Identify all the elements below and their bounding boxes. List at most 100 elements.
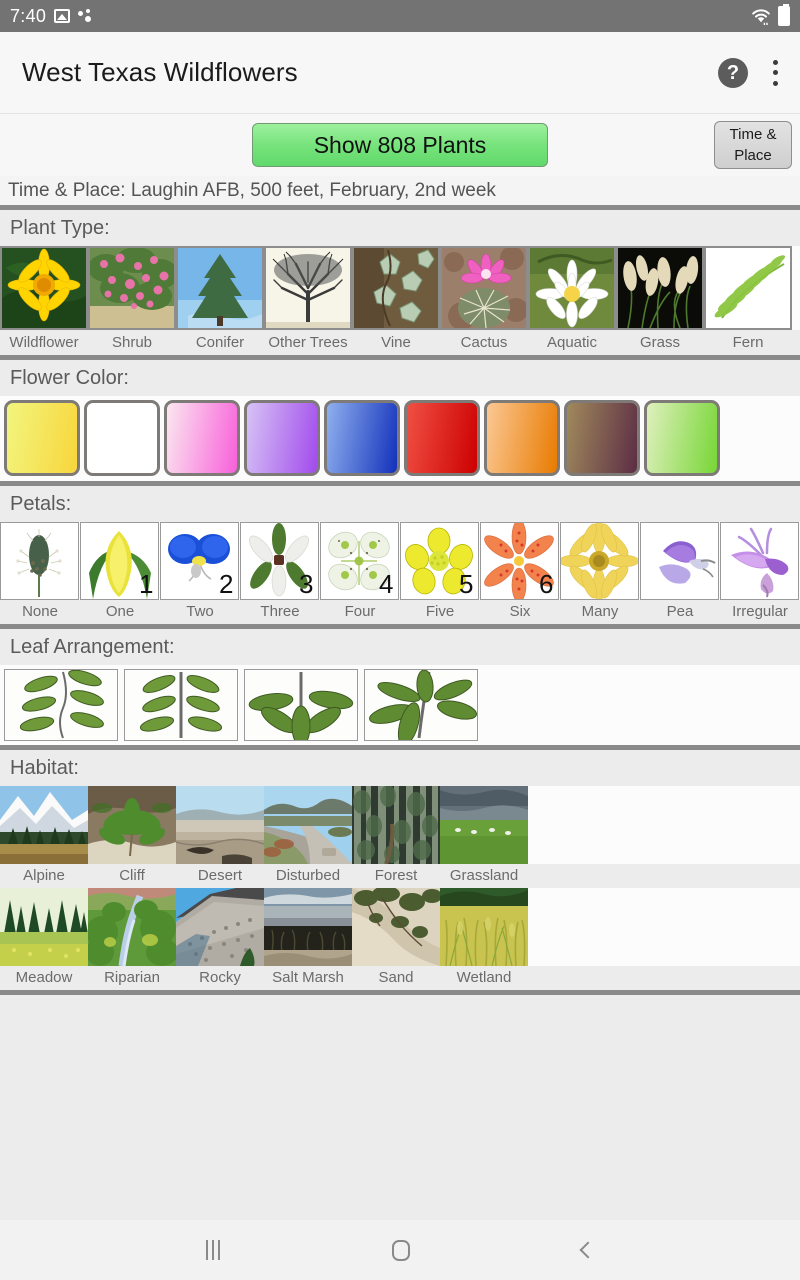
color-swatch-blue[interactable] xyxy=(324,400,400,476)
petals-item-six[interactable]: 6 xyxy=(480,522,560,600)
flower-color-title: Flower Color: xyxy=(0,360,800,396)
habitat-item-grassland[interactable] xyxy=(440,786,528,864)
time-place-summary[interactable]: Time & Place: Laughin AFB, 500 feet, Feb… xyxy=(0,176,800,210)
plant-type-item-other-trees[interactable] xyxy=(264,246,352,330)
leaf-tile-opposite[interactable] xyxy=(124,669,238,741)
habitat-item-wetland[interactable] xyxy=(440,888,528,966)
five-petal-yellow-thumb: 5 xyxy=(400,522,479,600)
color-swatch-red[interactable] xyxy=(404,400,480,476)
plant-type-item-wildflower[interactable] xyxy=(0,246,88,330)
page-title: West Texas Wildflowers xyxy=(22,57,298,87)
habitat-label-riparian: Riparian xyxy=(104,969,160,986)
petals-label-four: Four xyxy=(344,603,376,620)
plant-type-label-grass: Grass xyxy=(616,330,704,355)
habitat-item-riparian[interactable] xyxy=(88,888,176,966)
habitat-label-wetland: Wetland xyxy=(456,969,512,986)
habitat-label-rocky: Rocky xyxy=(199,969,241,986)
status-time: 7:40 xyxy=(10,5,47,26)
flower-color-swatches xyxy=(0,396,800,481)
habitat-item-sand[interactable] xyxy=(352,888,440,966)
color-swatch-brown[interactable] xyxy=(564,400,640,476)
status-bar-right xyxy=(751,4,790,26)
leaf-arrangement-tiles xyxy=(0,665,800,745)
habitat-labels-row-1: Alpine Cliff Desert Disturbed Forest Gra… xyxy=(0,864,800,888)
recents-icon[interactable] xyxy=(206,1240,220,1260)
habitat-label-forest: Forest xyxy=(374,867,418,884)
time-and-place-button[interactable]: Time & Place xyxy=(714,121,792,169)
rocky-scree-thumb xyxy=(176,888,264,966)
leaf-tile-palmate[interactable] xyxy=(364,669,478,741)
petals-tiles: 1 2 3 4 5 6 xyxy=(0,522,800,600)
grassland-field-thumb xyxy=(440,786,528,864)
plant-type-label-conifer: Conifer xyxy=(176,330,264,355)
habitat-item-rocky[interactable] xyxy=(176,888,264,966)
leaf-tile-alternate[interactable] xyxy=(4,669,118,741)
petals-item-many[interactable] xyxy=(560,522,640,600)
color-swatch-white[interactable] xyxy=(84,400,160,476)
bluetooth-dots-icon xyxy=(78,9,94,23)
stream-riparian-thumb xyxy=(88,888,176,966)
plant-type-item-fern[interactable] xyxy=(704,246,792,330)
petals-label-three: Three xyxy=(260,603,300,620)
habitat-row-2 xyxy=(0,888,800,966)
plant-type-item-aquatic[interactable] xyxy=(528,246,616,330)
show-plants-button[interactable]: Show 808 Plants xyxy=(252,123,548,167)
petals-item-four[interactable]: 4 xyxy=(320,522,400,600)
two-petal-blue-thumb: 2 xyxy=(160,522,239,600)
habitat-item-alpine[interactable] xyxy=(0,786,88,864)
svg-text:4: 4 xyxy=(379,569,393,599)
habitat-label-meadow: Meadow xyxy=(15,969,73,986)
pink-shrub-thumb xyxy=(88,246,176,330)
back-icon[interactable] xyxy=(579,1241,597,1259)
color-swatch-orange[interactable] xyxy=(484,400,560,476)
petals-item-three[interactable]: 3 xyxy=(240,522,320,600)
habitat-label-disturbed: Disturbed xyxy=(275,867,341,884)
filter-scroll-area[interactable]: Plant Type: Wildflower Shrub Conifer Oth… xyxy=(0,210,800,1220)
plant-type-item-vine[interactable] xyxy=(352,246,440,330)
section-habitat: Habitat: Alpine Cliff Desert Disturbed F… xyxy=(0,750,800,990)
petals-item-two[interactable]: 2 xyxy=(160,522,240,600)
habitat-item-disturbed[interactable] xyxy=(264,786,352,864)
petals-item-irregular[interactable] xyxy=(720,522,800,600)
plant-type-tiles xyxy=(0,246,800,330)
section-flower-color: Flower Color: xyxy=(0,360,800,481)
petals-item-none[interactable] xyxy=(0,522,80,600)
color-swatch-yellow[interactable] xyxy=(4,400,80,476)
plant-type-item-conifer[interactable] xyxy=(176,246,264,330)
leaf-tile-whorled[interactable] xyxy=(244,669,358,741)
petals-label-one: One xyxy=(105,603,135,620)
color-swatch-green[interactable] xyxy=(644,400,720,476)
status-bar-left: 7:40 xyxy=(10,6,94,27)
svg-text:1: 1 xyxy=(139,569,153,599)
petals-item-one[interactable]: 1 xyxy=(80,522,160,600)
petals-item-five[interactable]: 5 xyxy=(400,522,480,600)
habitat-item-forest[interactable] xyxy=(352,786,440,864)
one-petal-thumb: 1 xyxy=(80,522,159,600)
app-window: 7:40 West Texas Wildflowers ? Show 808 P… xyxy=(0,0,800,1280)
habitat-item-desert[interactable] xyxy=(176,786,264,864)
plant-type-item-grass[interactable] xyxy=(616,246,704,330)
help-icon[interactable]: ? xyxy=(718,57,748,88)
plant-type-item-cactus[interactable] xyxy=(440,246,528,330)
alpine-mountain-thumb xyxy=(0,786,88,864)
plant-type-label-shrub: Shrub xyxy=(88,330,176,355)
section-petals: Petals: 1 2 3 4 5 6 None One Two Three F… xyxy=(0,486,800,624)
image-icon xyxy=(54,9,71,23)
battery-icon xyxy=(778,4,790,26)
petals-label-pea: Pea xyxy=(666,603,694,620)
petals-item-pea[interactable] xyxy=(640,522,720,600)
wifi-icon xyxy=(751,8,771,25)
color-swatch-purple[interactable] xyxy=(244,400,320,476)
habitat-item-salt-marsh[interactable] xyxy=(264,888,352,966)
plant-type-item-shrub[interactable] xyxy=(88,246,176,330)
ivy-vine-thumb xyxy=(352,246,440,330)
color-swatch-pink[interactable] xyxy=(164,400,240,476)
bare-tree-thumb xyxy=(264,246,352,330)
habitat-item-cliff[interactable] xyxy=(88,786,176,864)
leaf-arrangement-title: Leaf Arrangement: xyxy=(0,629,800,665)
overflow-menu-icon[interactable] xyxy=(772,59,778,86)
wetland-reeds-thumb xyxy=(440,888,528,966)
app-bar: West Texas Wildflowers ? xyxy=(0,32,800,114)
home-icon[interactable] xyxy=(392,1239,410,1261)
habitat-item-meadow[interactable] xyxy=(0,888,88,966)
